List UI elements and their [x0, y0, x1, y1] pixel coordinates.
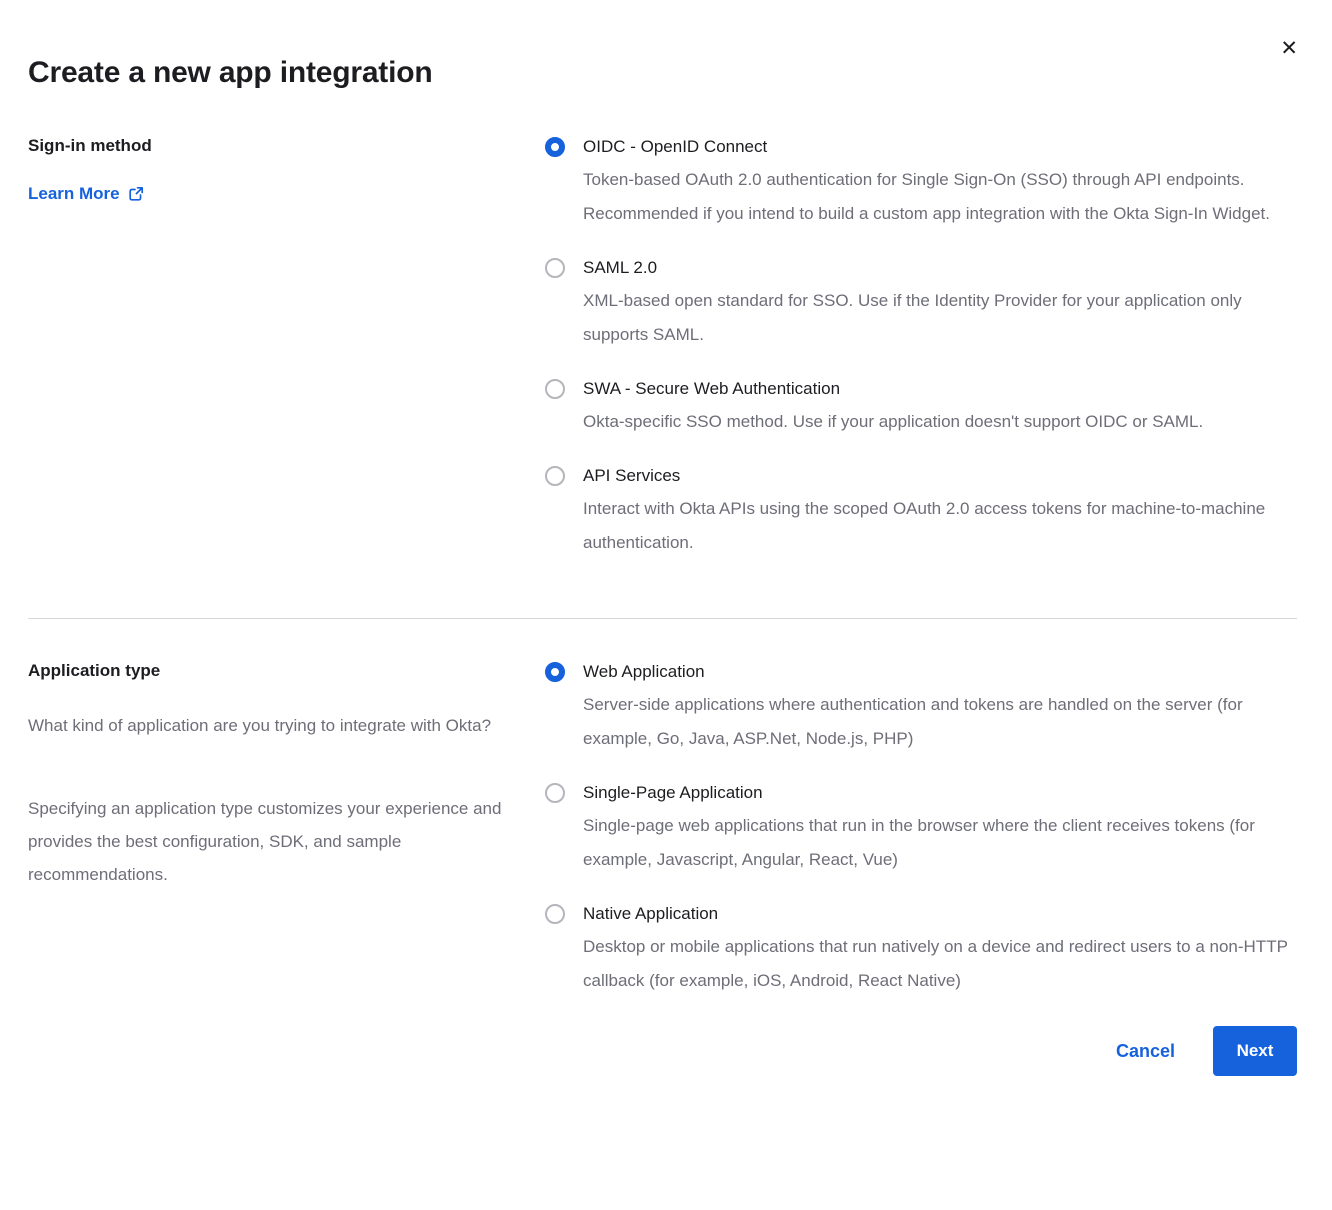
saml-option-label[interactable]: SAML 2.0: [583, 257, 1297, 279]
api-services-radio-button[interactable]: [545, 466, 565, 486]
cancel-button[interactable]: Cancel: [1116, 1041, 1175, 1062]
single-page-application-option-description: Single-page web applications that run in…: [583, 809, 1297, 877]
single-page-application-radio-button[interactable]: [545, 783, 565, 803]
radio-option-oidc: OIDC - OpenID Connect Token-based OAuth …: [545, 136, 1297, 231]
web-application-option-description: Server-side applications where authentic…: [583, 688, 1297, 756]
application-type-section: Application type What kind of applicatio…: [28, 661, 1297, 998]
signin-method-left-column: Sign-in method Learn More: [28, 136, 545, 560]
external-link-icon: [128, 186, 144, 202]
api-services-option-description: Interact with Okta APIs using the scoped…: [583, 492, 1297, 560]
saml-option-description: XML-based open standard for SSO. Use if …: [583, 284, 1297, 352]
swa-radio-button[interactable]: [545, 379, 565, 399]
swa-option-label[interactable]: SWA - Secure Web Authentication: [583, 378, 1203, 400]
dialog-footer: Cancel Next: [28, 1026, 1297, 1076]
close-icon[interactable]: ✕: [1280, 38, 1298, 59]
oidc-option-label[interactable]: OIDC - OpenID Connect: [583, 136, 1297, 158]
signin-method-section: Sign-in method Learn More OIDC - OpenID …: [28, 136, 1297, 560]
native-application-radio-button[interactable]: [545, 904, 565, 924]
radio-option-saml: SAML 2.0 XML-based open standard for SSO…: [545, 257, 1297, 352]
create-app-integration-dialog: ✕ Create a new app integration Sign-in m…: [0, 0, 1332, 1210]
application-type-label: Application type: [28, 661, 545, 681]
section-divider: [28, 618, 1297, 619]
native-application-option-description: Desktop or mobile applications that run …: [583, 930, 1297, 998]
swa-option-description: Okta-specific SSO method. Use if your ap…: [583, 405, 1203, 439]
application-type-description-1: What kind of application are you trying …: [28, 709, 528, 742]
oidc-radio-button[interactable]: [545, 137, 565, 157]
radio-option-single-page-application: Single-Page Application Single-page web …: [545, 782, 1297, 877]
radio-option-api-services: API Services Interact with Okta APIs usi…: [545, 465, 1297, 560]
web-application-option-label[interactable]: Web Application: [583, 661, 1297, 683]
learn-more-link[interactable]: Learn More: [28, 184, 144, 204]
signin-method-label: Sign-in method: [28, 136, 545, 156]
next-button[interactable]: Next: [1213, 1026, 1297, 1076]
page-title: Create a new app integration: [28, 56, 1297, 90]
single-page-application-option-label[interactable]: Single-Page Application: [583, 782, 1297, 804]
application-type-description-2: Specifying an application type customize…: [28, 792, 528, 891]
learn-more-label: Learn More: [28, 184, 120, 204]
radio-option-swa: SWA - Secure Web Authentication Okta-spe…: [545, 378, 1297, 439]
web-application-radio-button[interactable]: [545, 662, 565, 682]
oidc-option-description: Token-based OAuth 2.0 authentication for…: [583, 163, 1297, 231]
application-type-options: Web Application Server-side applications…: [545, 661, 1297, 998]
radio-option-native-application: Native Application Desktop or mobile app…: [545, 903, 1297, 998]
saml-radio-button[interactable]: [545, 258, 565, 278]
application-type-left-column: Application type What kind of applicatio…: [28, 661, 545, 998]
native-application-option-label[interactable]: Native Application: [583, 903, 1297, 925]
signin-method-options: OIDC - OpenID Connect Token-based OAuth …: [545, 136, 1297, 560]
radio-option-web-application: Web Application Server-side applications…: [545, 661, 1297, 756]
api-services-option-label[interactable]: API Services: [583, 465, 1297, 487]
